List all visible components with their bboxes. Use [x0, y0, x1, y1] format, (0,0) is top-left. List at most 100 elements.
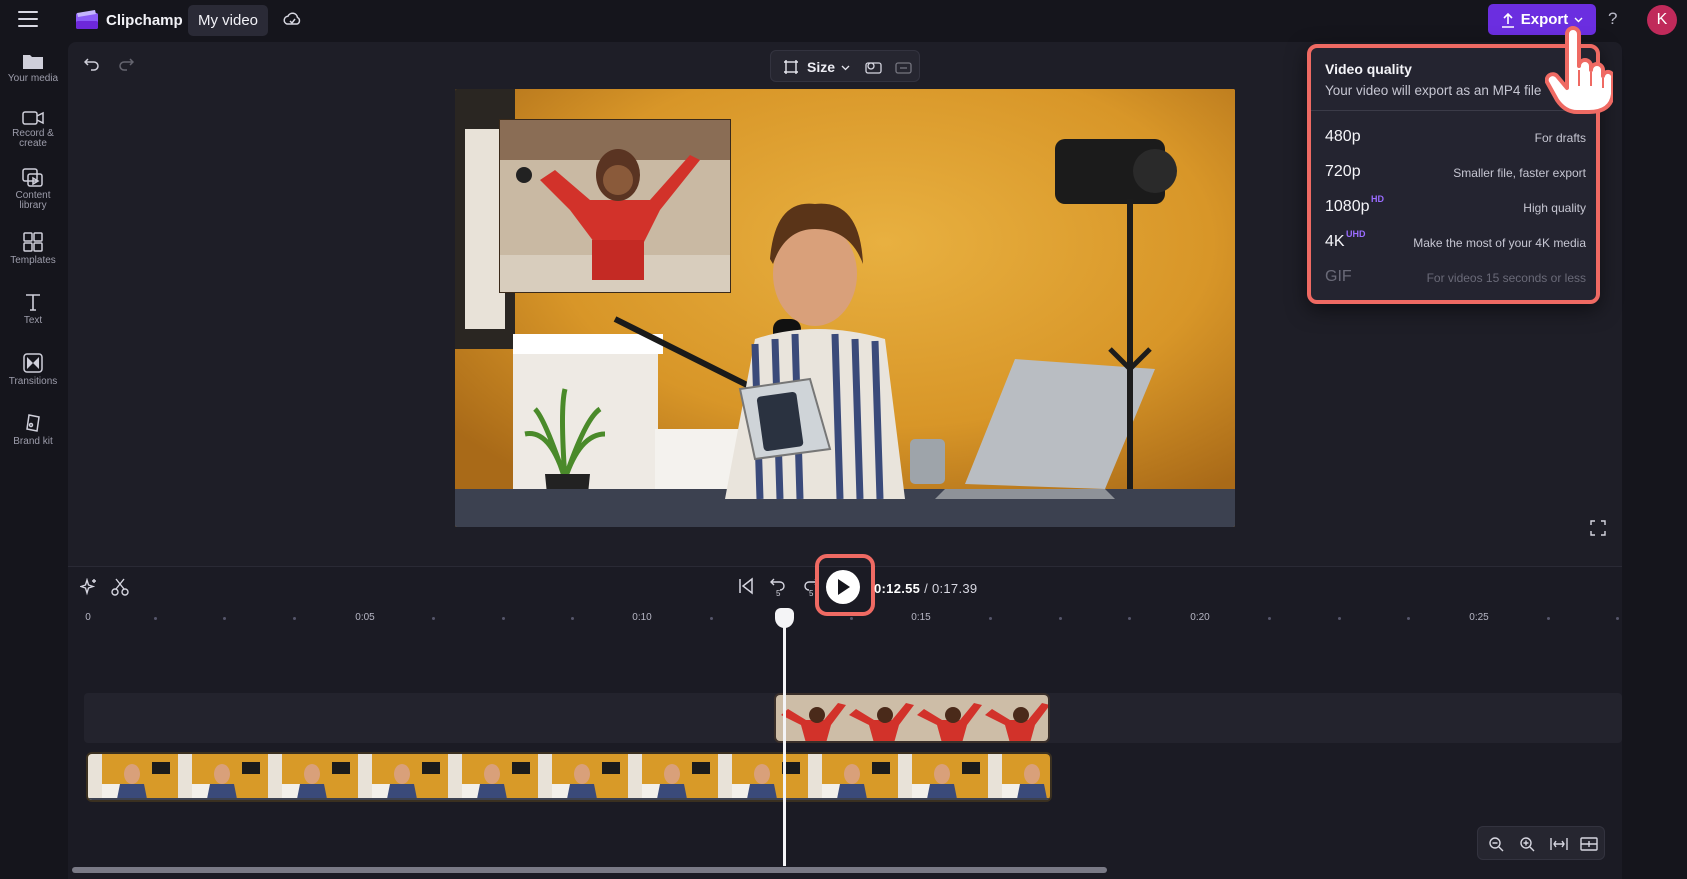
quality-name: 480p	[1325, 128, 1361, 145]
quality-option-1080p[interactable]: 1080p HD High quality	[1325, 194, 1586, 222]
text-icon	[26, 294, 40, 311]
quality-name: 1080p	[1325, 198, 1370, 215]
magic-sparkle-icon[interactable]	[80, 578, 98, 596]
overlay-video-image	[500, 120, 730, 292]
sidebar-item-your-media[interactable]: Your media	[0, 52, 66, 84]
sidebar-item-label: Transitions	[8, 376, 58, 387]
ruler-tick	[154, 617, 157, 620]
timeline-zoom-controls	[1477, 826, 1605, 860]
overlay-video-clip[interactable]	[774, 693, 1050, 743]
fit-to-window-icon[interactable]	[1550, 836, 1568, 852]
left-sidebar: Your media Record & create Content libra…	[0, 40, 66, 879]
avatar[interactable]: K	[1647, 5, 1677, 35]
background-remove-icon[interactable]	[865, 59, 882, 75]
sidebar-item-transitions[interactable]: Transitions	[0, 353, 66, 387]
sidebar-item-templates[interactable]: Templates	[0, 232, 66, 266]
ruler-tick	[223, 617, 226, 620]
overlay-clip-preview[interactable]	[499, 119, 731, 293]
quality-description: High quality	[1523, 201, 1586, 215]
ruler-tick	[1059, 617, 1062, 620]
quality-option-4k[interactable]: 4K UHD Make the most of your 4K media	[1325, 229, 1586, 257]
play-icon	[838, 579, 850, 595]
crop-icon[interactable]	[783, 59, 799, 75]
expand-timeline-icon[interactable]	[1580, 836, 1598, 852]
quality-name: GIF	[1325, 268, 1352, 285]
ruler-tick	[710, 617, 713, 620]
hd-badge: HD	[1371, 194, 1384, 204]
menu-icon[interactable]	[18, 11, 38, 27]
fill-screen-icon[interactable]	[895, 59, 912, 75]
sidebar-item-label: Record & create	[12, 128, 54, 149]
ruler-tick	[850, 617, 853, 620]
timeline-ruler[interactable]: 0 0:05 0:10 0:15 0:20 0:25	[80, 612, 1620, 632]
ruler-label: 0:20	[1190, 612, 1210, 623]
upload-icon	[1501, 12, 1514, 28]
ruler-label: 0	[85, 612, 91, 623]
menu-subtitle: Your video will export as an MP4 file	[1325, 83, 1542, 98]
playhead-line[interactable]	[783, 618, 786, 866]
undo-icon[interactable]	[84, 56, 100, 72]
sidebar-item-text[interactable]: Text	[0, 292, 66, 326]
sidebar-item-label: Brand kit	[13, 436, 53, 447]
top-bar: Clipchamp My video Export ? K	[0, 0, 1687, 40]
time-readout: 0:12.55 / 0:17.39	[874, 581, 978, 596]
ruler-label: 0:25	[1469, 612, 1489, 623]
play-button[interactable]	[826, 570, 860, 604]
ruler-tick	[1547, 617, 1550, 620]
quality-description: Make the most of your 4K media	[1413, 236, 1586, 250]
rewind-5-button[interactable]: 5	[770, 577, 790, 598]
sidebar-item-brand-kit[interactable]: Brand kit	[0, 413, 66, 447]
total-time: 0:17.39	[931, 581, 978, 596]
chevron-down-icon	[1574, 17, 1583, 22]
sidebar-item-label: Text	[23, 315, 43, 326]
transitions-icon	[23, 353, 43, 373]
ruler-tick	[432, 617, 435, 620]
quality-option-720p[interactable]: 720p Smaller file, faster export	[1325, 159, 1586, 187]
timeline-horizontal-scrollbar[interactable]	[72, 867, 1107, 873]
ruler-label: 0:05	[355, 612, 375, 623]
zoom-out-icon[interactable]	[1488, 836, 1504, 852]
quality-option-gif: GIF For videos 15 seconds or less	[1325, 264, 1586, 292]
sidebar-item-label: Templates	[10, 255, 56, 266]
playhead-handle[interactable]	[775, 608, 794, 628]
sidebar-item-content-library[interactable]: Content library	[0, 168, 66, 211]
quality-name: 720p	[1325, 163, 1361, 180]
skip-to-start-icon[interactable]	[738, 577, 754, 595]
skip-seconds-label: 5	[809, 589, 814, 598]
ruler-tick	[502, 617, 505, 620]
main-video-clip[interactable]	[86, 752, 1052, 802]
ruler-tick	[1338, 617, 1341, 620]
templates-icon	[23, 232, 43, 252]
hand-pointer-icon	[1545, 26, 1613, 114]
brand-kit-icon	[26, 414, 40, 432]
sidebar-item-label: Content library	[15, 190, 51, 211]
redo-icon[interactable]	[118, 56, 134, 72]
content-library-icon	[22, 168, 43, 187]
size-button[interactable]: Size	[807, 59, 835, 75]
ruler-label: 0:10	[632, 612, 652, 623]
ruler-tick	[571, 617, 574, 620]
ruler-tick	[1128, 617, 1131, 620]
chevron-down-icon	[841, 65, 850, 71]
clip-thumbnails	[776, 695, 1048, 741]
quality-description: For videos 15 seconds or less	[1426, 271, 1586, 285]
record-icon	[22, 111, 44, 125]
clipchamp-logo-icon	[76, 10, 98, 29]
quality-description: Smaller file, faster export	[1453, 166, 1586, 180]
quality-name: 4K	[1325, 233, 1345, 250]
sidebar-item-record-create[interactable]: Record & create	[0, 110, 66, 149]
quality-option-480p[interactable]: 480p For drafts	[1325, 124, 1586, 152]
zoom-in-icon[interactable]	[1519, 836, 1535, 852]
aspect-ratio-toolbar: Size	[770, 50, 920, 82]
uhd-badge: UHD	[1346, 229, 1366, 239]
cloud-saved-icon[interactable]	[282, 10, 302, 30]
current-time: 0:12.55	[874, 581, 921, 596]
skip-seconds-label: 5	[776, 589, 781, 598]
ruler-tick	[293, 617, 296, 620]
ruler-tick	[1616, 617, 1619, 620]
split-scissors-icon[interactable]	[111, 578, 129, 596]
sidebar-item-label: Your media	[7, 73, 59, 84]
project-title-tab[interactable]: My video	[188, 5, 268, 36]
ruler-tick	[1407, 617, 1410, 620]
fullscreen-icon[interactable]	[1590, 520, 1606, 536]
